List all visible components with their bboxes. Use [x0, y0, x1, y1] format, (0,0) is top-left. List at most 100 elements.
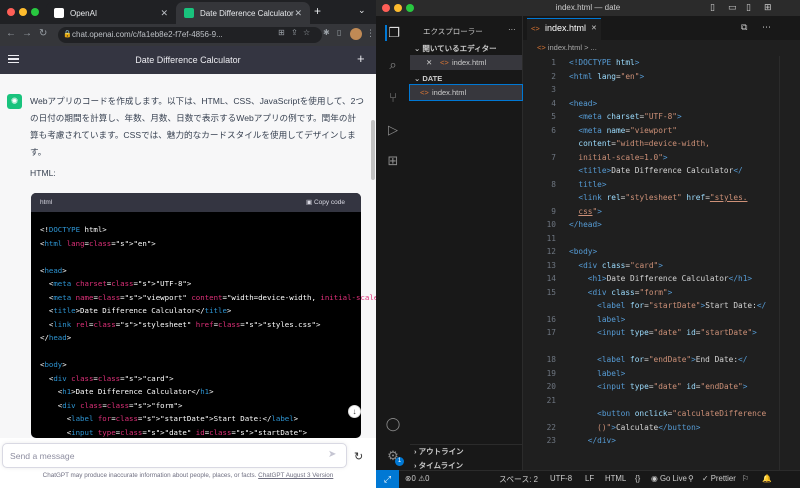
folder-label: DATE	[422, 74, 443, 83]
code-block-line: <link rel=class="s">"stylesheet" href=cl…	[40, 319, 321, 329]
prettier-label: Prettier	[710, 474, 736, 483]
breadcrumb-text: index.html > ...	[547, 43, 597, 52]
line-number	[523, 299, 556, 313]
code-line: <body>	[569, 247, 598, 256]
language-mode[interactable]: HTML	[605, 474, 626, 483]
line-number: 18	[546, 355, 556, 364]
extensions-icon[interactable]: ✱	[323, 28, 330, 37]
accounts-icon[interactable]: ⚐	[742, 474, 749, 483]
eol-indicator[interactable]: LF	[585, 474, 594, 483]
code-block-line: <meta name=class="s">"viewport" content=…	[40, 292, 387, 302]
disclaimer-text: ChatGPT may produce inaccurate informati…	[42, 472, 257, 479]
extensions-icon[interactable]: ⊞	[385, 153, 401, 169]
line-number: 14	[546, 274, 556, 283]
translate-icon[interactable]: ⊞	[278, 28, 285, 37]
go-live-button[interactable]: ◉ Go Live	[651, 474, 687, 483]
close-tab-icon[interactable]: ✕	[294, 8, 302, 19]
minimize-window-icon[interactable]	[19, 8, 27, 16]
sidebar-icon[interactable]: ▯	[337, 28, 341, 37]
account-icon[interactable]: ◯	[385, 416, 401, 432]
back-icon[interactable]: ←	[6, 28, 16, 39]
line-number: 11	[546, 233, 556, 243]
editor-scrollbar[interactable]	[779, 56, 799, 470]
copy-code-button[interactable]: ▣ Copy code	[306, 198, 345, 206]
close-window-icon[interactable]	[7, 8, 15, 16]
more-actions-icon[interactable]: ⋯	[762, 22, 771, 33]
tab-label: OpenAI	[70, 8, 98, 18]
indentation-indicator[interactable]: スペース: 2	[499, 474, 538, 485]
explorer-more-icon[interactable]: ⋯	[508, 25, 516, 34]
tab-date-difference[interactable]: Date Difference Calculator ✕	[176, 2, 310, 24]
search-icon[interactable]: ⌕	[385, 57, 401, 73]
folder-header[interactable]: ⌄ DATE	[414, 74, 442, 83]
forward-icon[interactable]: →	[22, 28, 32, 39]
code-line: title>	[578, 179, 607, 189]
vscode-minimize-icon[interactable]	[394, 4, 402, 12]
source-control-icon[interactable]: ⑂	[385, 90, 401, 106]
maximize-window-icon[interactable]	[31, 8, 39, 16]
vscode-maximize-icon[interactable]	[406, 4, 414, 12]
explorer-icon[interactable]: ❐	[385, 25, 401, 41]
code-block-line: <meta charset=class="s">"UTF-8">	[40, 279, 192, 288]
close-tab-icon[interactable]: ✕	[591, 24, 597, 32]
run-debug-icon[interactable]: ▷	[385, 122, 401, 138]
update-badge: 1	[395, 457, 404, 466]
tab-search-icon[interactable]: ⌄	[358, 5, 366, 16]
new-tab-button[interactable]: +	[314, 4, 321, 18]
line-number-gutter: 1 2 3 4 5 6 7 8 9 10 11 12 13 14 15 16 17 18 19 20 21 22 23	[523, 56, 556, 448]
code-line: <label for="endDate">End Date:</	[597, 355, 748, 364]
bookmark-star-icon[interactable]: ☆	[303, 28, 310, 37]
code-editor[interactable]: <!DOCTYPE html> <html lang="en"> <head> …	[569, 56, 766, 448]
feedback-icon[interactable]: ⚲	[688, 474, 694, 483]
share-icon[interactable]: ⇪	[291, 28, 298, 37]
open-editor-filename: index.html	[452, 58, 487, 67]
braces-icon[interactable]: {}	[635, 474, 640, 483]
version-link[interactable]: ChatGPT August 3 Version	[258, 472, 333, 479]
code-block-line	[40, 250, 387, 264]
code-block-line: <!DOCTYPE html>	[40, 225, 107, 234]
code-block-line: <title>Date Difference Calculator</title…	[40, 306, 232, 315]
close-editor-icon[interactable]: ✕	[426, 58, 432, 67]
vscode-close-icon[interactable]	[382, 4, 390, 12]
scroll-down-icon[interactable]: ↓	[348, 405, 361, 418]
close-tab-icon[interactable]: ✕	[160, 8, 168, 19]
go-live-label: Go Live	[659, 474, 687, 483]
lock-icon: 🔒	[63, 31, 72, 38]
breadcrumb[interactable]: <> index.html > ...	[523, 40, 800, 56]
prettier-status[interactable]: ✓ Prettier	[702, 474, 736, 483]
divider	[410, 444, 523, 445]
broadcast-icon: ◉	[651, 474, 660, 483]
reload-icon[interactable]: ↻	[39, 28, 47, 39]
tab-openai[interactable]: OpenAI ✕	[46, 2, 176, 24]
remote-icon[interactable]: ⤢	[376, 470, 399, 488]
profile-avatar[interactable]	[350, 28, 362, 40]
send-icon[interactable]: ➤	[328, 449, 336, 460]
problems-indicator[interactable]: ⊗0 ⚠0	[405, 474, 429, 483]
html-file-icon: <>	[537, 43, 548, 52]
open-editors-header[interactable]: ⌄ 開いているエディター	[414, 43, 497, 54]
notifications-bell-icon[interactable]: 🔔	[762, 474, 772, 483]
code-block-line: <div class=class="s">"form">	[40, 400, 183, 410]
outline-header[interactable]: › アウトライン	[414, 446, 464, 457]
split-editor-icon[interactable]: ⧉	[741, 22, 747, 33]
browser-menu-icon[interactable]: ⋮	[366, 28, 375, 39]
copy-code-label: Copy code	[313, 199, 346, 206]
encoding-indicator[interactable]: UTF-8	[550, 474, 572, 483]
page-scrollbar[interactable]	[371, 120, 375, 180]
toggle-sidebar-icon[interactable]: ▯	[710, 2, 715, 13]
code-line: <input type="date" id="startDate">	[597, 328, 757, 337]
code-line: css">	[578, 206, 602, 216]
message-text: Webアプリのコードを作成します。以下は、HTML、CSS、JavaScript…	[30, 96, 364, 157]
line-number	[523, 191, 556, 205]
double-check-icon: ✓	[702, 474, 711, 483]
customize-layout-icon[interactable]: ⊞	[764, 2, 772, 13]
code-line: content="width=device-width,	[578, 139, 710, 148]
html-file-icon: <>	[440, 58, 449, 67]
new-chat-plus-icon[interactable]: +	[357, 51, 365, 66]
toggle-secondary-sidebar-icon[interactable]: ▯	[746, 2, 751, 13]
line-number	[523, 340, 556, 354]
regenerate-icon[interactable]: ↻	[354, 450, 363, 463]
toggle-panel-icon[interactable]: ▭	[728, 2, 737, 13]
